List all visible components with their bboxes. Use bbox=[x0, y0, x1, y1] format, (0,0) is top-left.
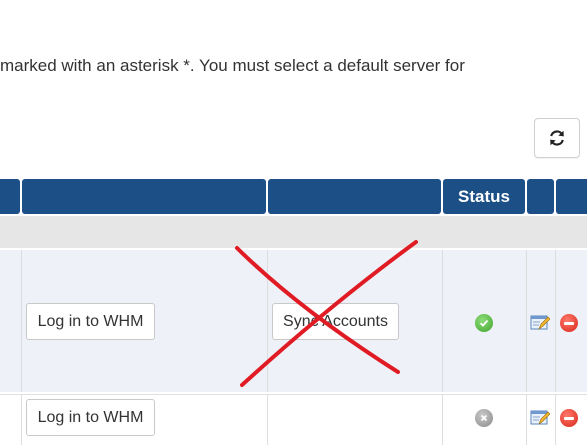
refresh-icon bbox=[550, 130, 564, 146]
header-cell-1 bbox=[0, 179, 20, 214]
column-divider bbox=[526, 250, 527, 392]
column-divider bbox=[267, 395, 268, 445]
column-divider bbox=[555, 395, 556, 445]
table-row: Log in to WHM bbox=[0, 394, 587, 445]
table-header: Status bbox=[0, 179, 587, 214]
status-disabled-icon bbox=[475, 409, 493, 427]
delete-icon[interactable] bbox=[560, 409, 578, 427]
header-cell-5 bbox=[527, 179, 554, 214]
intro-text: marked with an asterisk *. You must sele… bbox=[0, 56, 465, 75]
column-divider bbox=[21, 250, 22, 392]
header-cell-2 bbox=[22, 179, 266, 214]
refresh-button[interactable] bbox=[534, 118, 580, 158]
status-ok-icon bbox=[475, 314, 493, 332]
table-row: Log in to WHM Sync Accounts bbox=[0, 250, 587, 392]
column-divider bbox=[267, 250, 268, 392]
column-divider bbox=[442, 395, 443, 445]
login-whm-button[interactable]: Log in to WHM bbox=[26, 303, 155, 340]
header-status: Status bbox=[443, 179, 525, 214]
header-cell-6 bbox=[556, 179, 587, 214]
edit-icon[interactable] bbox=[530, 314, 550, 332]
login-whm-button[interactable]: Log in to WHM bbox=[26, 399, 155, 436]
sync-accounts-button[interactable]: Sync Accounts bbox=[272, 303, 399, 340]
edit-icon[interactable] bbox=[530, 409, 550, 427]
column-divider bbox=[21, 395, 22, 445]
table-group-row bbox=[0, 216, 587, 248]
page: marked with an asterisk *. You must sele… bbox=[0, 0, 587, 445]
header-cell-3 bbox=[268, 179, 441, 214]
column-divider bbox=[555, 250, 556, 392]
column-divider bbox=[526, 395, 527, 445]
column-divider bbox=[442, 250, 443, 392]
delete-icon[interactable] bbox=[560, 314, 578, 332]
